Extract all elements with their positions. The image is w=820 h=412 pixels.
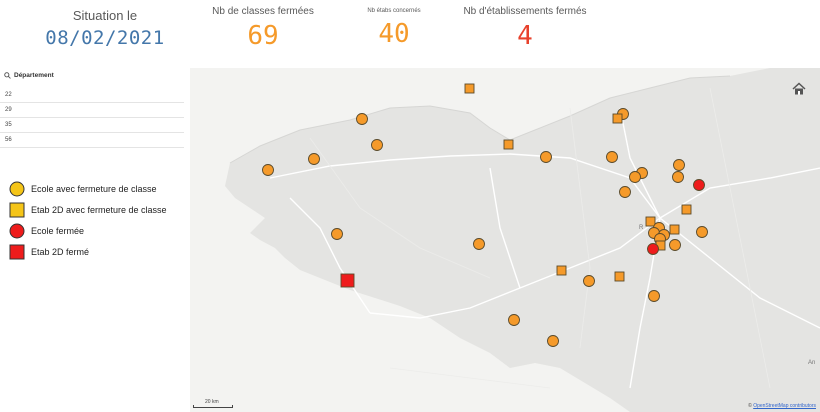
closed-school-marker[interactable] [647,243,659,255]
red-circle-icon [8,222,25,239]
school-marker[interactable] [356,113,368,125]
legend-item: Ecole avec fermeture de classe [8,178,167,199]
etab-2d-marker[interactable] [503,139,514,150]
department-filter[interactable]: Département 22 29 35 56 [0,68,184,148]
school-marker[interactable] [648,290,660,302]
school-marker[interactable] [583,275,595,287]
closed-school-marker[interactable] [693,179,705,191]
filter-item[interactable]: 56 [0,133,184,148]
etab-2d-marker[interactable] [681,204,692,215]
school-marker[interactable] [619,186,631,198]
legend-item: Etab 2D avec fermeture de classe [8,199,167,220]
etab-2d-marker[interactable] [669,224,680,235]
filter-item[interactable]: 35 [0,118,184,133]
kpi-label: Nb de classes fermées [212,6,314,17]
legend-label: Etab 2D avec fermeture de classe [31,204,167,215]
map-place-label: An [808,360,816,366]
etab-2d-marker[interactable] [614,271,625,282]
search-icon [4,71,11,79]
school-marker[interactable] [508,314,520,326]
home-icon[interactable] [792,82,806,96]
date-block: Situation le 08/02/2021 [20,8,190,49]
kpi-label: Nb d'établissements fermés [463,6,587,17]
legend-label: Ecole avec fermeture de classe [31,183,157,194]
school-marker[interactable] [696,226,708,238]
etab-2d-marker[interactable] [612,113,623,124]
school-marker[interactable] [473,238,485,250]
kpi-value: 4 [517,21,533,51]
kpi-label: Nb étabs concernés [367,8,421,14]
legend-item: Ecole fermée [8,220,167,241]
map-legend: Ecole avec fermeture de classe Etab 2D a… [8,178,167,262]
closed-etab-2d-marker[interactable] [340,273,355,288]
legend-item: Etab 2D fermé [8,241,167,262]
school-marker[interactable] [606,151,618,163]
etab-2d-marker[interactable] [464,83,475,94]
kpi-value: 69 [247,21,279,51]
legend-label: Ecole fermée [31,225,85,236]
etab-2d-marker[interactable] [556,265,567,276]
kpi-closed-classes: Nb de classes fermées 69 [188,6,338,51]
filter-title: Département [14,71,54,79]
scale-line [193,405,233,408]
map-attribution: © OpenStreetMap contributors [748,403,816,409]
date-value: 08/02/2021 [45,27,165,49]
filter-item[interactable]: 22 [0,88,184,103]
kpi-value: 40 [378,19,410,49]
kpi-affected-schools: Nb étabs concernés 40 [340,8,448,49]
date-label: Situation le [72,8,138,23]
school-marker[interactable] [308,153,320,165]
yellow-square-icon [8,201,25,218]
map-view[interactable]: R An 20 km © OpenStreetMap contributors [190,68,820,412]
school-marker[interactable] [371,139,383,151]
map-scale-bar: 20 km [193,399,233,408]
yellow-circle-icon [8,180,25,197]
school-marker[interactable] [262,164,274,176]
map-place-label: R [639,225,644,231]
filter-header[interactable]: Département [0,68,184,82]
school-marker[interactable] [331,228,343,240]
red-square-icon [8,243,25,260]
map-basemap [190,68,820,412]
school-marker[interactable] [629,171,641,183]
school-marker[interactable] [547,335,559,347]
etab-2d-marker[interactable] [645,216,656,227]
school-marker[interactable] [540,151,552,163]
kpi-closed-schools: Nb d'établissements fermés 4 [455,6,595,51]
filter-list: 22 29 35 56 [0,88,184,148]
school-marker[interactable] [669,239,681,251]
legend-label: Etab 2D fermé [31,246,90,257]
school-marker[interactable] [673,159,685,171]
attribution-link[interactable]: OpenStreetMap contributors [753,403,816,409]
school-marker[interactable] [672,171,684,183]
filter-item[interactable]: 29 [0,103,184,118]
